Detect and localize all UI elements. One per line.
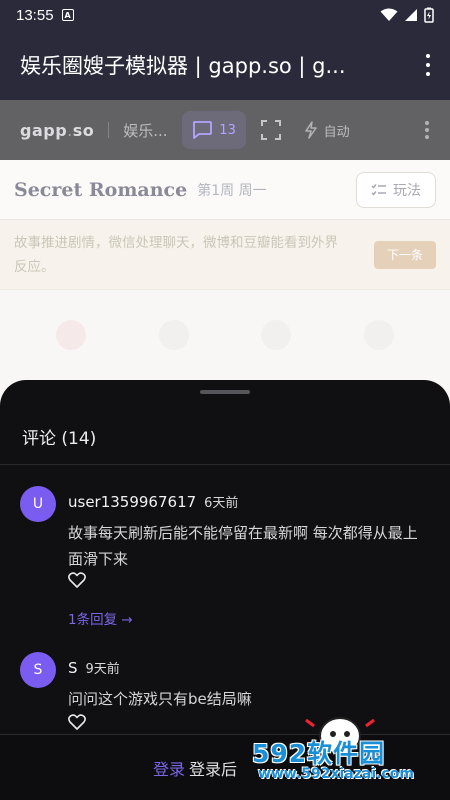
avatar[interactable]: S [20,652,56,688]
heart-icon[interactable] [68,572,86,588]
status-icons [380,7,434,23]
status-time: 13:55 [16,6,54,24]
divider [0,464,450,465]
watermark-text: 592软件园 [252,739,386,768]
drag-handle[interactable] [200,390,250,394]
signal-icon [405,9,417,21]
app-bar: 娱乐圈嫂子模拟器 | gapp.so | g... [0,30,450,100]
comment-text: 故事每天刷新后能不能停留在最新啊 每次都得从最上面滑下来 [68,524,418,568]
battery-icon [424,7,434,23]
watermark-url: www.592xiazai.com [258,766,414,782]
comment-time: 6天前 [204,496,239,511]
comment-header: user1359967617 6天前 [68,492,238,511]
accessibility-icon: A [61,9,74,21]
comment-username[interactable]: S [68,659,78,677]
view-replies-link[interactable]: 1条回复 → [68,608,133,628]
comment-header: S 9天前 [68,658,120,677]
heart-icon[interactable] [68,714,86,730]
overflow-menu-icon[interactable] [424,54,432,76]
login-hint: 登录后 [189,759,238,779]
comment-username[interactable]: user1359967617 [68,493,196,511]
comment-time: 9天前 [85,662,120,677]
comment-item: U user1359967617 6天前 故事每天刷新后能不能停留在最新啊 每次… [20,486,430,628]
comments-title: 评论 (14) [22,429,97,449]
app-title: 娱乐圈嫂子模拟器 | gapp.so | g... [20,54,346,78]
login-link[interactable]: 登录 [153,756,185,780]
status-bar: 13:55 A [0,0,450,30]
avatar[interactable]: U [20,486,56,522]
wifi-icon [380,8,398,21]
